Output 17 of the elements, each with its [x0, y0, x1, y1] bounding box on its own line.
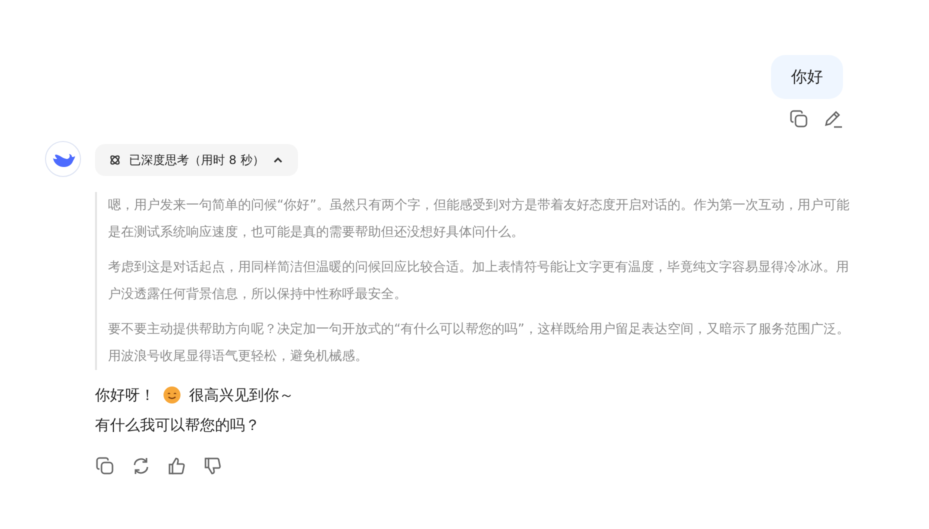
thumbs-up-icon[interactable] — [167, 456, 187, 476]
answer-text: 有什么我可以帮您的吗？ — [95, 416, 260, 434]
deep-thinking-toggle[interactable]: 已深度思考（用时 8 秒） — [95, 144, 298, 176]
user-message: 你好 — [771, 55, 843, 99]
regenerate-icon[interactable] — [131, 456, 151, 476]
answer-text: 很高兴见到你～ — [189, 386, 294, 404]
whale-avatar-icon — [45, 141, 81, 177]
thought-paragraph: 要不要主动提供帮助方向呢？决定加一句开放式的“有什么可以帮您的吗”，这样既给用户留足表达空间，又暗示了服务范围广泛。用波浪号收尾显得语气更轻松，避免机械感。 — [108, 321, 850, 366]
copy-icon[interactable] — [95, 456, 115, 476]
edit-icon[interactable] — [823, 109, 843, 129]
atom-icon — [109, 154, 121, 166]
answer-text: 你好呀！ — [95, 386, 155, 404]
thought-paragraph: 嗯，用户发来一句简单的问候“你好”。虽然只有两个字，但能感受到对方是带着友好态度开启对话的。作为第一次互动，用户可能是在测试系统响应速度，也可能是真的需要帮助但还没想好具体问什么。 — [108, 197, 850, 242]
smiley-emoji-icon — [163, 386, 181, 404]
copy-icon[interactable] — [789, 109, 809, 129]
thumbs-down-icon[interactable] — [203, 456, 223, 476]
thought-paragraph: 考虑到这是对话起点，用同样简洁但温暖的问候回应比较合适。加上表情符号能让文字更有温度，毕竟纯文字容易显得冷冰冰。用户没透露任何背景信息，所以保持中性称呼最安全。 — [108, 259, 850, 304]
